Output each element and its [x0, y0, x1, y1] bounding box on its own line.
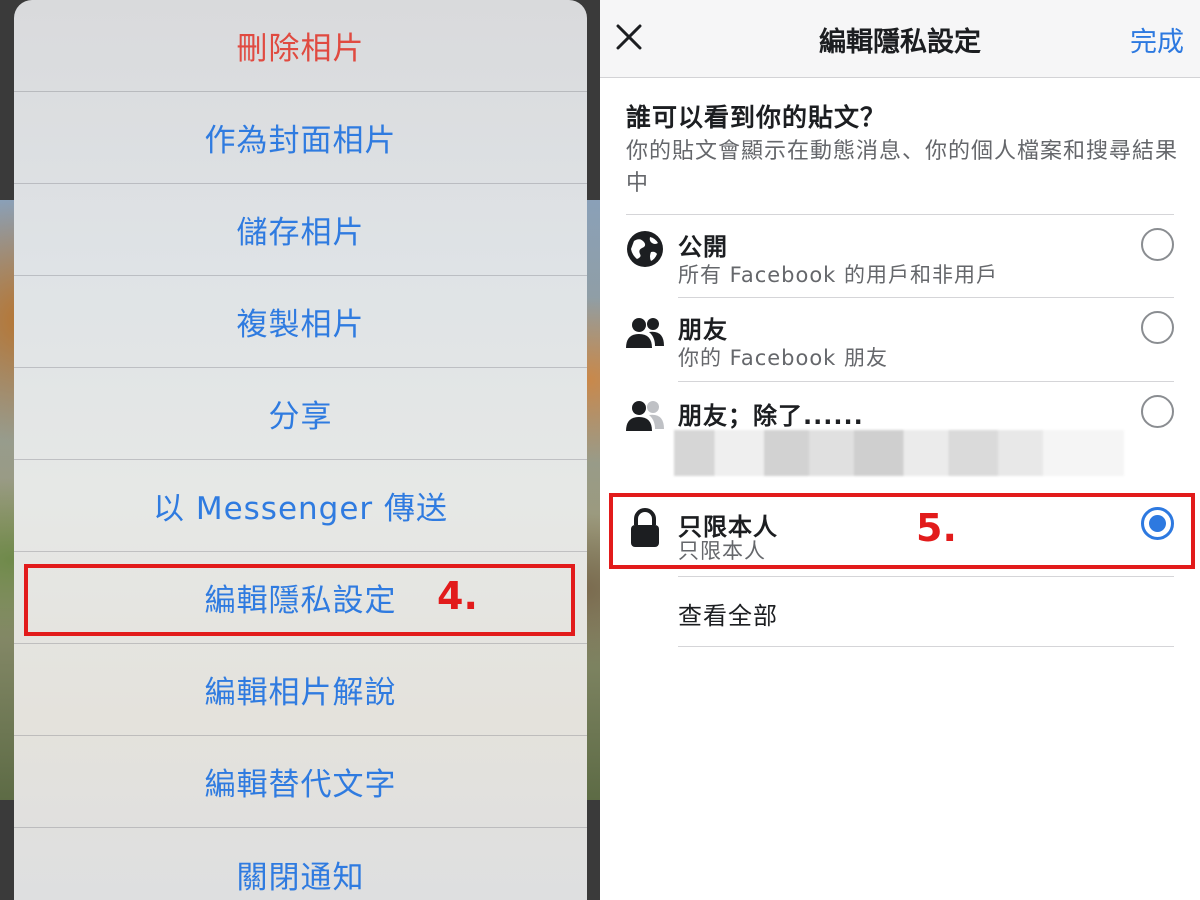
- share-button[interactable]: 分享: [14, 368, 587, 460]
- right-panel: 編輯隱私設定 完成 誰可以看到你的貼文？ 你的貼文會顯示在動態消息、你的個人檔案…: [600, 0, 1200, 900]
- page-title: 編輯隱私設定: [819, 27, 981, 58]
- divider: [678, 576, 1174, 577]
- globe-icon: [624, 228, 666, 270]
- option-friends-subtitle: 你的 Facebook 朋友: [678, 346, 889, 370]
- copy-photo-button[interactable]: 複製相片: [14, 276, 587, 368]
- blurred-friends-list: [674, 430, 1124, 476]
- action-sheet: 刪除相片 作為封面相片 儲存相片 複製相片 分享 以 Messenger 傳送 …: [14, 0, 587, 900]
- step-4-highlight-box: [24, 564, 575, 636]
- option-friends[interactable]: 朋友 你的 Facebook 朋友: [600, 298, 1200, 381]
- step-4-label: 4.: [437, 574, 478, 618]
- send-messenger-button[interactable]: 以 Messenger 傳送: [14, 460, 587, 552]
- friends-icon: [624, 312, 666, 354]
- radio-friends-except[interactable]: [1141, 395, 1174, 428]
- step-5-label: 5.: [916, 506, 957, 550]
- nav-bar: 編輯隱私設定 完成: [600, 0, 1200, 78]
- friends-except-icon: [624, 395, 666, 437]
- turn-off-notifications-button[interactable]: 關閉通知: [14, 828, 587, 900]
- option-friends-title: 朋友: [678, 316, 728, 344]
- edit-alt-text-button[interactable]: 編輯替代文字: [14, 736, 587, 828]
- step-5-highlight-box: [609, 493, 1195, 569]
- radio-friends[interactable]: [1141, 311, 1174, 344]
- edit-caption-button[interactable]: 編輯相片解說: [14, 644, 587, 736]
- left-panel: 刪除相片 作為封面相片 儲存相片 複製相片 分享 以 Messenger 傳送 …: [0, 0, 600, 900]
- option-public-subtitle: 所有 Facebook 的用戶和非用戶: [678, 263, 999, 287]
- radio-public[interactable]: [1141, 228, 1174, 261]
- option-public-title: 公開: [678, 233, 728, 261]
- audience-question: 誰可以看到你的貼文？: [626, 103, 887, 132]
- delete-photo-button[interactable]: 刪除相片: [14, 0, 587, 92]
- divider: [678, 646, 1174, 647]
- audience-description: 你的貼文會顯示在動態消息、你的個人檔案和搜尋結果中: [626, 139, 1179, 196]
- done-button[interactable]: 完成: [1130, 20, 1184, 59]
- save-photo-button[interactable]: 儲存相片: [14, 184, 587, 276]
- set-as-cover-button[interactable]: 作為封面相片: [14, 92, 587, 184]
- option-friends-except-title: 朋友；除了......: [678, 402, 864, 430]
- see-all-button[interactable]: 查看全部: [678, 596, 778, 631]
- option-public[interactable]: 公開 所有 Facebook 的用戶和非用戶: [600, 215, 1200, 297]
